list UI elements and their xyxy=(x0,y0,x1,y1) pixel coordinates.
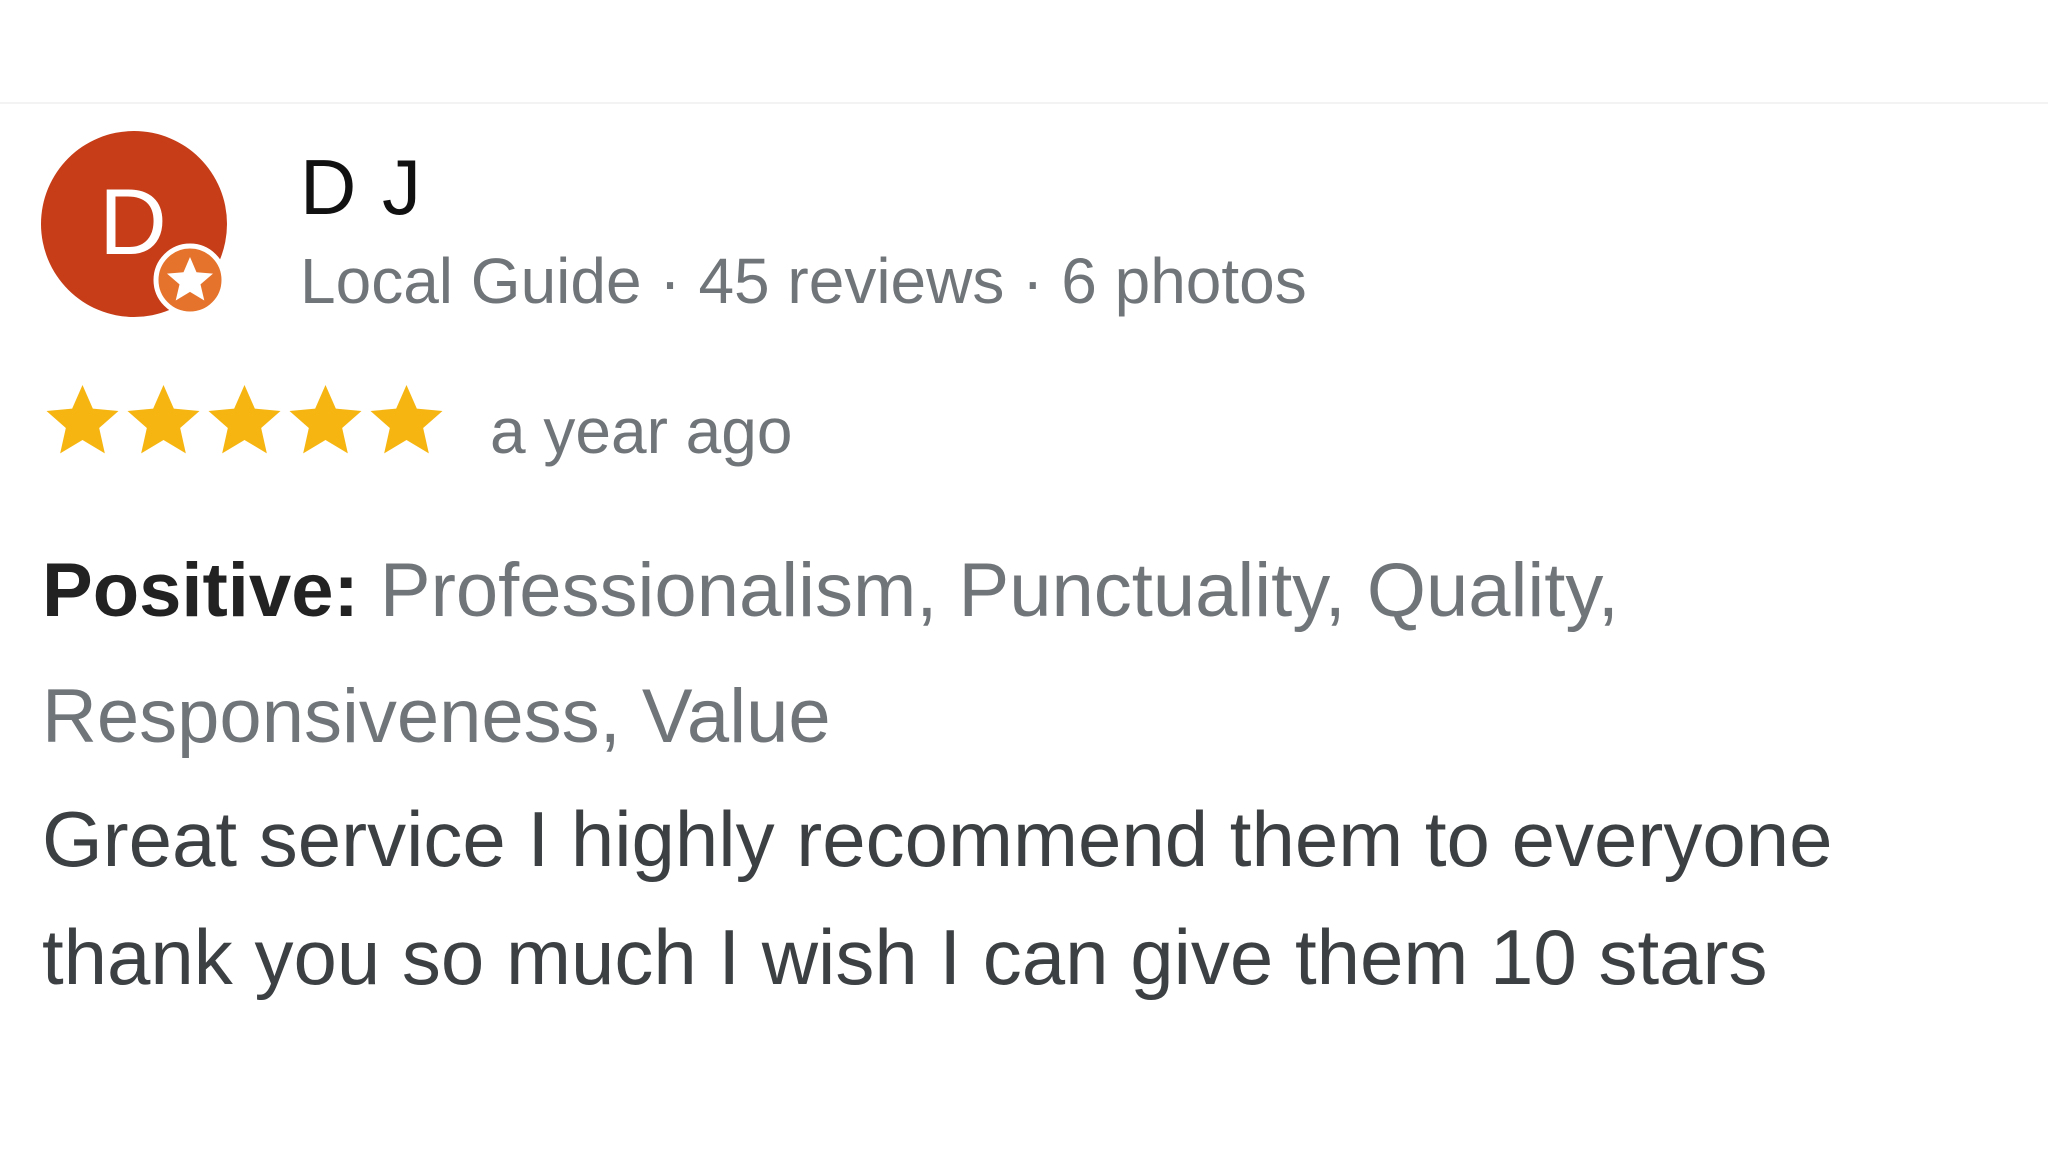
star-icon xyxy=(208,385,281,454)
review-attributes: Positive: Professionalism, Punctuality, … xyxy=(42,528,1902,780)
attributes-label: Positive: xyxy=(42,548,359,633)
reviewer-avatar[interactable]: D xyxy=(41,131,227,317)
reviewer-name[interactable]: D J xyxy=(300,142,423,232)
review-date: a year ago xyxy=(490,395,793,467)
local-guide-star-icon xyxy=(153,243,227,317)
star-icon xyxy=(127,385,200,454)
star-icon xyxy=(289,385,362,454)
star-icon xyxy=(370,385,443,454)
review-text: Great service I highly recommend them to… xyxy=(42,795,1833,1001)
star-rating xyxy=(42,380,447,460)
star-icon xyxy=(46,385,119,454)
top-divider xyxy=(0,102,2048,104)
reviewer-meta: Local Guide · 45 reviews · 6 photos xyxy=(300,245,1307,317)
